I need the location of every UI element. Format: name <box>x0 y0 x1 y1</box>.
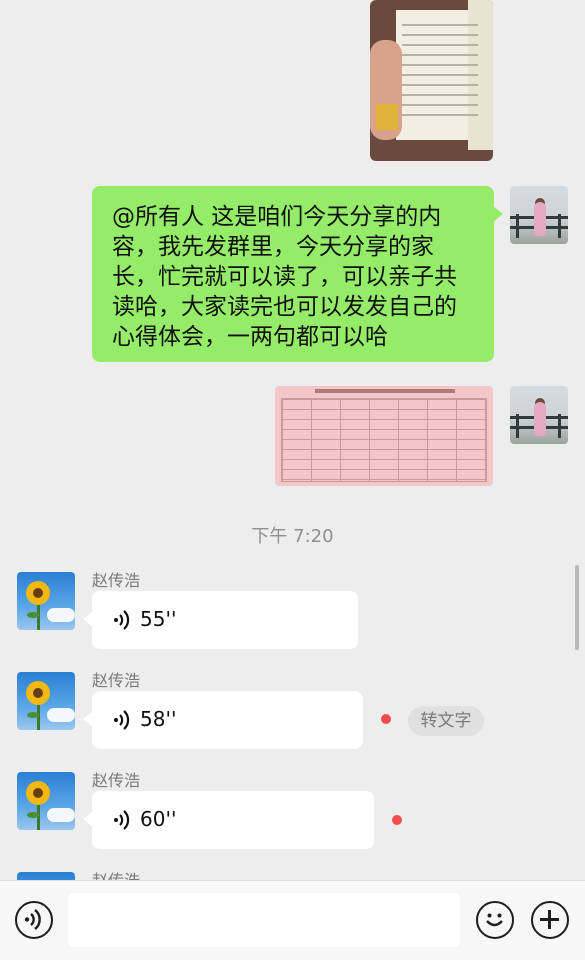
table-title-bar <box>315 389 455 393</box>
text-line <box>402 24 478 26</box>
sender-avatar[interactable] <box>17 572 75 630</box>
avatar-figure <box>534 402 546 436</box>
avatar-cloud <box>47 608 75 622</box>
text-line <box>402 44 478 46</box>
schedule-table-image-message[interactable] <box>275 386 493 486</box>
avatar-cloud <box>47 708 75 722</box>
avatar-flower-center <box>33 688 43 698</box>
voice-duration: 60'' <box>140 807 177 831</box>
table-grid <box>281 398 487 482</box>
voice-wave-icon <box>24 909 41 930</box>
sender-avatar[interactable] <box>17 772 75 830</box>
sender-name: 赵传浩 <box>92 571 141 590</box>
sender-name: 赵传浩 <box>92 867 140 880</box>
message-text: @所有人 这是咱们今天分享的内容，我先发群里，今天分享的家长，忙完就可以读了，可… <box>112 204 457 350</box>
sender-avatar[interactable] <box>17 872 75 880</box>
voice-wave-icon <box>114 710 130 730</box>
sender-name: 赵传浩 <box>92 671 141 690</box>
voice-wave-icon <box>114 610 130 630</box>
sender-avatar[interactable] <box>17 672 75 730</box>
avatar-post <box>516 414 519 438</box>
transcribe-button[interactable]: 转文字 <box>408 706 484 736</box>
emoji-icon[interactable] <box>476 901 514 939</box>
avatar-flower-center <box>33 588 43 598</box>
message-timestamp: 下午 7:20 <box>251 526 334 547</box>
avatar-leaf <box>27 812 39 818</box>
scrollbar[interactable] <box>575 565 579 650</box>
voice-input-icon[interactable] <box>15 901 53 939</box>
plus-bar <box>548 910 551 929</box>
emoji-face <box>486 913 503 927</box>
input-bar <box>0 880 585 960</box>
avatar-flower-center <box>33 788 43 798</box>
avatar-leaf <box>27 612 39 618</box>
avatar-post <box>558 214 561 238</box>
text-line <box>402 34 478 36</box>
unread-dot <box>381 714 391 724</box>
voice-duration: 58'' <box>140 707 177 731</box>
avatar-cloud <box>47 808 75 822</box>
text-line <box>402 64 478 66</box>
sent-text-message[interactable]: @所有人 这是咱们今天分享的内容，我先发群里，今天分享的家长，忙完就可以读了，可… <box>92 186 503 362</box>
message-input[interactable] <box>68 893 460 947</box>
self-avatar[interactable] <box>510 186 568 244</box>
self-avatar[interactable] <box>510 386 568 444</box>
sender-name: 赵传浩 <box>92 771 141 790</box>
avatar-figure <box>534 202 546 236</box>
voice-message[interactable]: 60'' <box>83 791 374 849</box>
text-line <box>402 84 478 86</box>
avatar-post <box>558 414 561 438</box>
unread-dot <box>392 815 402 825</box>
text-line <box>402 104 478 106</box>
text-line <box>402 54 478 56</box>
book-photo-message[interactable] <box>370 0 493 161</box>
text-line <box>402 94 478 96</box>
avatar-leaf <box>27 712 39 718</box>
avatar-post <box>516 214 519 238</box>
bookmark <box>376 104 398 130</box>
voice-message[interactable]: 55'' <box>83 591 358 649</box>
voice-message[interactable]: 58'' <box>83 691 363 749</box>
plus-icon[interactable] <box>531 901 569 939</box>
voice-wave-icon <box>114 810 130 830</box>
text-line <box>402 74 478 76</box>
chat-area[interactable]: @所有人 这是咱们今天分享的内容，我先发群里，今天分享的家长，忙完就可以读了，可… <box>0 0 585 880</box>
text-line <box>402 114 478 116</box>
voice-duration: 55'' <box>140 607 177 631</box>
